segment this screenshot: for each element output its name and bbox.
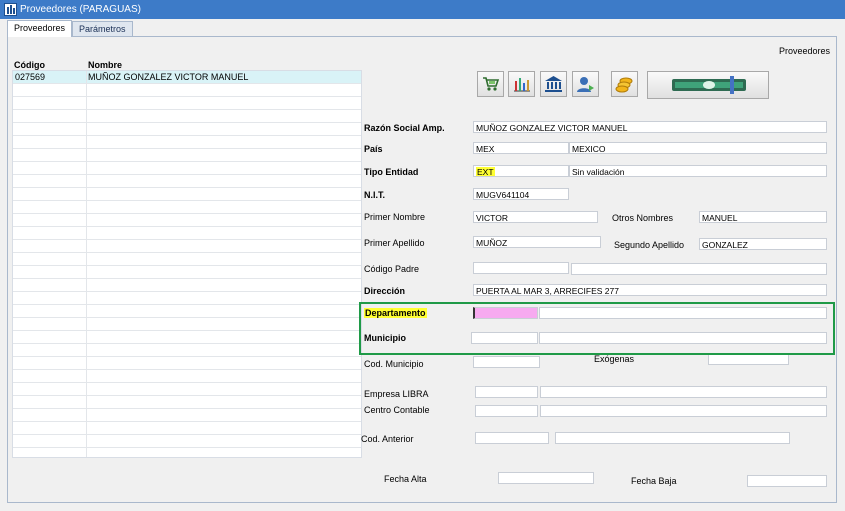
location-focus-box <box>359 302 835 355</box>
column-header-nombre[interactable]: Nombre <box>88 60 122 70</box>
grid-row-line <box>13 343 361 344</box>
codigo-padre-desc-field[interactable] <box>571 263 827 275</box>
grid-row-line <box>13 200 361 201</box>
grid-row-line <box>13 382 361 383</box>
nit-field[interactable]: MUGV641104 <box>473 188 569 200</box>
grid-row-line <box>13 187 361 188</box>
user-contact-icon <box>577 77 594 92</box>
label-nit: N.I.T. <box>364 190 386 200</box>
money-bill-button[interactable] <box>647 71 769 99</box>
grid-row-line <box>13 148 361 149</box>
cod-anterior-desc-field[interactable] <box>555 432 790 444</box>
tipo-entidad-desc-field[interactable]: Sin validación <box>569 165 827 177</box>
fecha-alta-field[interactable] <box>498 472 594 484</box>
label-primer-nombre: Primer Nombre <box>364 212 426 222</box>
shopping-cart-button[interactable] <box>477 71 504 97</box>
pais-code-field[interactable]: MEX <box>473 142 569 154</box>
grid-row-line <box>13 109 361 110</box>
user-contact-button[interactable] <box>572 71 599 97</box>
cod-municipio-field[interactable] <box>473 356 540 368</box>
segundo-apellido-field[interactable]: GONZALEZ <box>699 238 827 250</box>
grid-row-line <box>13 408 361 409</box>
column-header-codigo[interactable]: Código <box>14 60 45 70</box>
bank-icon <box>545 76 562 92</box>
primer-apellido-field[interactable]: MUÑOZ <box>473 236 601 248</box>
grid-row-line <box>13 83 361 84</box>
grid-row-line <box>13 265 361 266</box>
empresa-libra-code-field[interactable] <box>475 386 538 398</box>
grid-row-line <box>13 161 361 162</box>
label-exogenas: Exógenas <box>594 354 635 364</box>
label-segundo-apellido: Segundo Apellido <box>614 240 685 250</box>
label-otros-nombres: Otros Nombres <box>612 213 674 223</box>
suppliers-grid[interactable]: 027569 MUÑOZ GONZALEZ VICTOR MANUEL <box>12 70 362 458</box>
label-centro-contable: Centro Contable <box>364 405 430 415</box>
primer-nombre-field[interactable]: VICTOR <box>473 211 598 223</box>
grid-row-line <box>13 356 361 357</box>
label-cod-anterior: Cod. Anterior <box>361 434 414 444</box>
grid-row-line <box>13 239 361 240</box>
direccion-field[interactable]: PUERTA AL MAR 3, ARRECIFES 277 <box>473 284 827 296</box>
grid-row-line <box>13 226 361 227</box>
centro-contable-code-field[interactable] <box>475 405 538 417</box>
window-title: Proveedores (PARAGUAS) <box>20 4 141 15</box>
label-primer-apellido: Primer Apellido <box>364 238 425 248</box>
otros-nombres-field[interactable]: MANUEL <box>699 211 827 223</box>
app-icon <box>4 3 17 16</box>
grid-row-line <box>13 369 361 370</box>
grid-row-line <box>13 135 361 136</box>
label-direccion: Dirección <box>364 286 406 296</box>
grid-row-line <box>13 395 361 396</box>
label-fecha-baja: Fecha Baja <box>631 476 677 486</box>
label-fecha-alta: Fecha Alta <box>384 474 427 484</box>
label-pais: País <box>364 144 383 154</box>
label-empresa-libra: Empresa LIBRA <box>364 389 429 399</box>
coins-icon <box>615 77 633 93</box>
grid-row-line <box>13 96 361 97</box>
section-title: Proveedores <box>779 46 831 56</box>
grid-row-line <box>13 122 361 123</box>
label-cod-municipio: Cod. Municipio <box>364 359 424 369</box>
grid-row-line <box>13 278 361 279</box>
cell-codigo: 027569 <box>15 72 46 82</box>
pais-name-field[interactable]: MEXICO <box>569 142 827 154</box>
grid-row-line <box>13 291 361 292</box>
grid-row-line <box>13 213 361 214</box>
bar-chart-button[interactable] <box>508 71 535 97</box>
tipo-entidad-code-text: EXT <box>476 167 495 177</box>
grid-row-line <box>13 421 361 422</box>
bar-chart-icon <box>514 78 530 92</box>
tipo-entidad-code-field[interactable]: EXT <box>473 165 569 177</box>
coins-button[interactable] <box>611 71 638 97</box>
label-tipo-entidad: Tipo Entidad <box>364 167 419 177</box>
grid-row-line <box>13 447 361 448</box>
tab-proveedores[interactable]: Proveedores <box>7 20 73 37</box>
fecha-baja-field[interactable] <box>747 475 827 487</box>
cell-nombre: MUÑOZ GONZALEZ VICTOR MANUEL <box>88 72 249 82</box>
grid-row-line <box>13 252 361 253</box>
razon-social-field[interactable]: MUÑOZ GONZALEZ VICTOR MANUEL <box>473 121 827 133</box>
grid-row-line <box>13 434 361 435</box>
empresa-libra-desc-field[interactable] <box>540 386 827 398</box>
label-razon-social: Razón Social Amp. <box>364 123 445 133</box>
grid-column-divider <box>86 71 87 457</box>
cod-anterior-code-field[interactable] <box>475 432 549 444</box>
money-bill-icon <box>672 76 746 94</box>
codigo-padre-code-field[interactable] <box>473 262 569 274</box>
grid-row-line <box>13 330 361 331</box>
grid-row-line <box>13 174 361 175</box>
shopping-cart-icon <box>483 77 500 91</box>
label-codigo-padre: Código Padre <box>364 264 420 274</box>
bank-button[interactable] <box>540 71 567 97</box>
tab-parametros[interactable]: Parámetros <box>72 21 133 36</box>
grid-row-line <box>13 304 361 305</box>
centro-contable-desc-field[interactable] <box>540 405 827 417</box>
grid-row-line <box>13 317 361 318</box>
